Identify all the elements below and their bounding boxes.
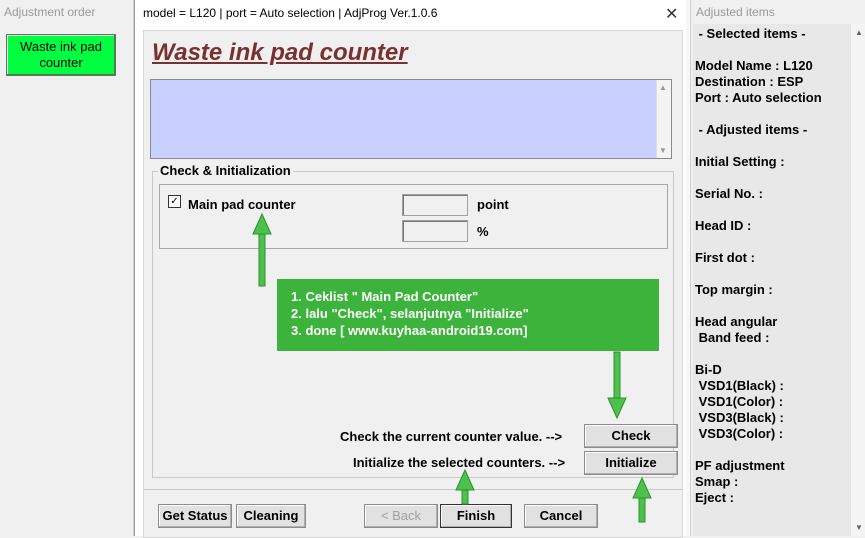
adjusted-item-line bbox=[695, 170, 822, 186]
adjusted-items-scrollbar[interactable]: ▲ ▼ bbox=[850, 24, 865, 536]
adjusted-item-line: PF adjustment bbox=[695, 458, 785, 473]
adjusted-item-line: Bi-D bbox=[695, 362, 722, 377]
adjusted-item-line: - Selected items - bbox=[695, 26, 806, 41]
adjusted-item-line bbox=[695, 234, 822, 250]
scroll-up-icon[interactable]: ▲ bbox=[855, 28, 863, 37]
adjusted-item-line: Head ID : bbox=[695, 218, 752, 233]
adjusted-item-line: VSD1(Color) : bbox=[695, 394, 784, 409]
adjusted-items-window: Adjusted items - Selected items - Model … bbox=[690, 0, 865, 536]
adjusted-item-line bbox=[695, 298, 822, 314]
adjusted-item-line bbox=[695, 42, 822, 58]
adjusted-item-line: - Adjusted items - bbox=[695, 122, 808, 137]
adjusted-item-line: Top margin : bbox=[695, 282, 773, 297]
adjusted-item-line: Initial Setting : bbox=[695, 154, 785, 169]
arrow-down-icon bbox=[607, 351, 627, 420]
scroll-down-icon[interactable]: ▼ bbox=[855, 523, 863, 532]
adjusted-item-line: VSD1(Black) : bbox=[695, 378, 784, 393]
adjusted-item-line: Head angular bbox=[695, 314, 778, 329]
arrow-up-icon bbox=[455, 468, 475, 505]
adjusted-item-line: Port : Auto selection bbox=[695, 90, 822, 105]
adjusted-item-line: Eject : bbox=[695, 490, 735, 505]
adjusted-item-line: Band feed : bbox=[695, 330, 770, 345]
adjusted-item-line bbox=[695, 442, 822, 458]
adjusted-item-line: First dot : bbox=[695, 250, 755, 265]
adjusted-item-line: Serial No. : bbox=[695, 186, 763, 201]
adjusted-items-title: Adjusted items bbox=[696, 5, 775, 19]
adjusted-item-line bbox=[695, 346, 822, 362]
adjusted-item-line bbox=[695, 138, 822, 154]
adjusted-item-line bbox=[695, 106, 822, 122]
arrow-up-icon bbox=[252, 212, 272, 287]
adjusted-item-line: VSD3(Color) : bbox=[695, 426, 784, 441]
adjusted-item-line bbox=[695, 202, 822, 218]
adjusted-item-line bbox=[695, 266, 822, 282]
adjusted-item-line: Destination : ESP bbox=[695, 74, 804, 89]
arrow-up-icon bbox=[632, 476, 652, 523]
adjusted-items-list: - Selected items - Model Name : L120 Dest… bbox=[695, 26, 822, 506]
adjusted-item-line: VSD3(Black) : bbox=[695, 410, 784, 425]
adjusted-item-line: Smap : bbox=[695, 474, 739, 489]
adjusted-item-line: Model Name : L120 bbox=[695, 58, 813, 73]
